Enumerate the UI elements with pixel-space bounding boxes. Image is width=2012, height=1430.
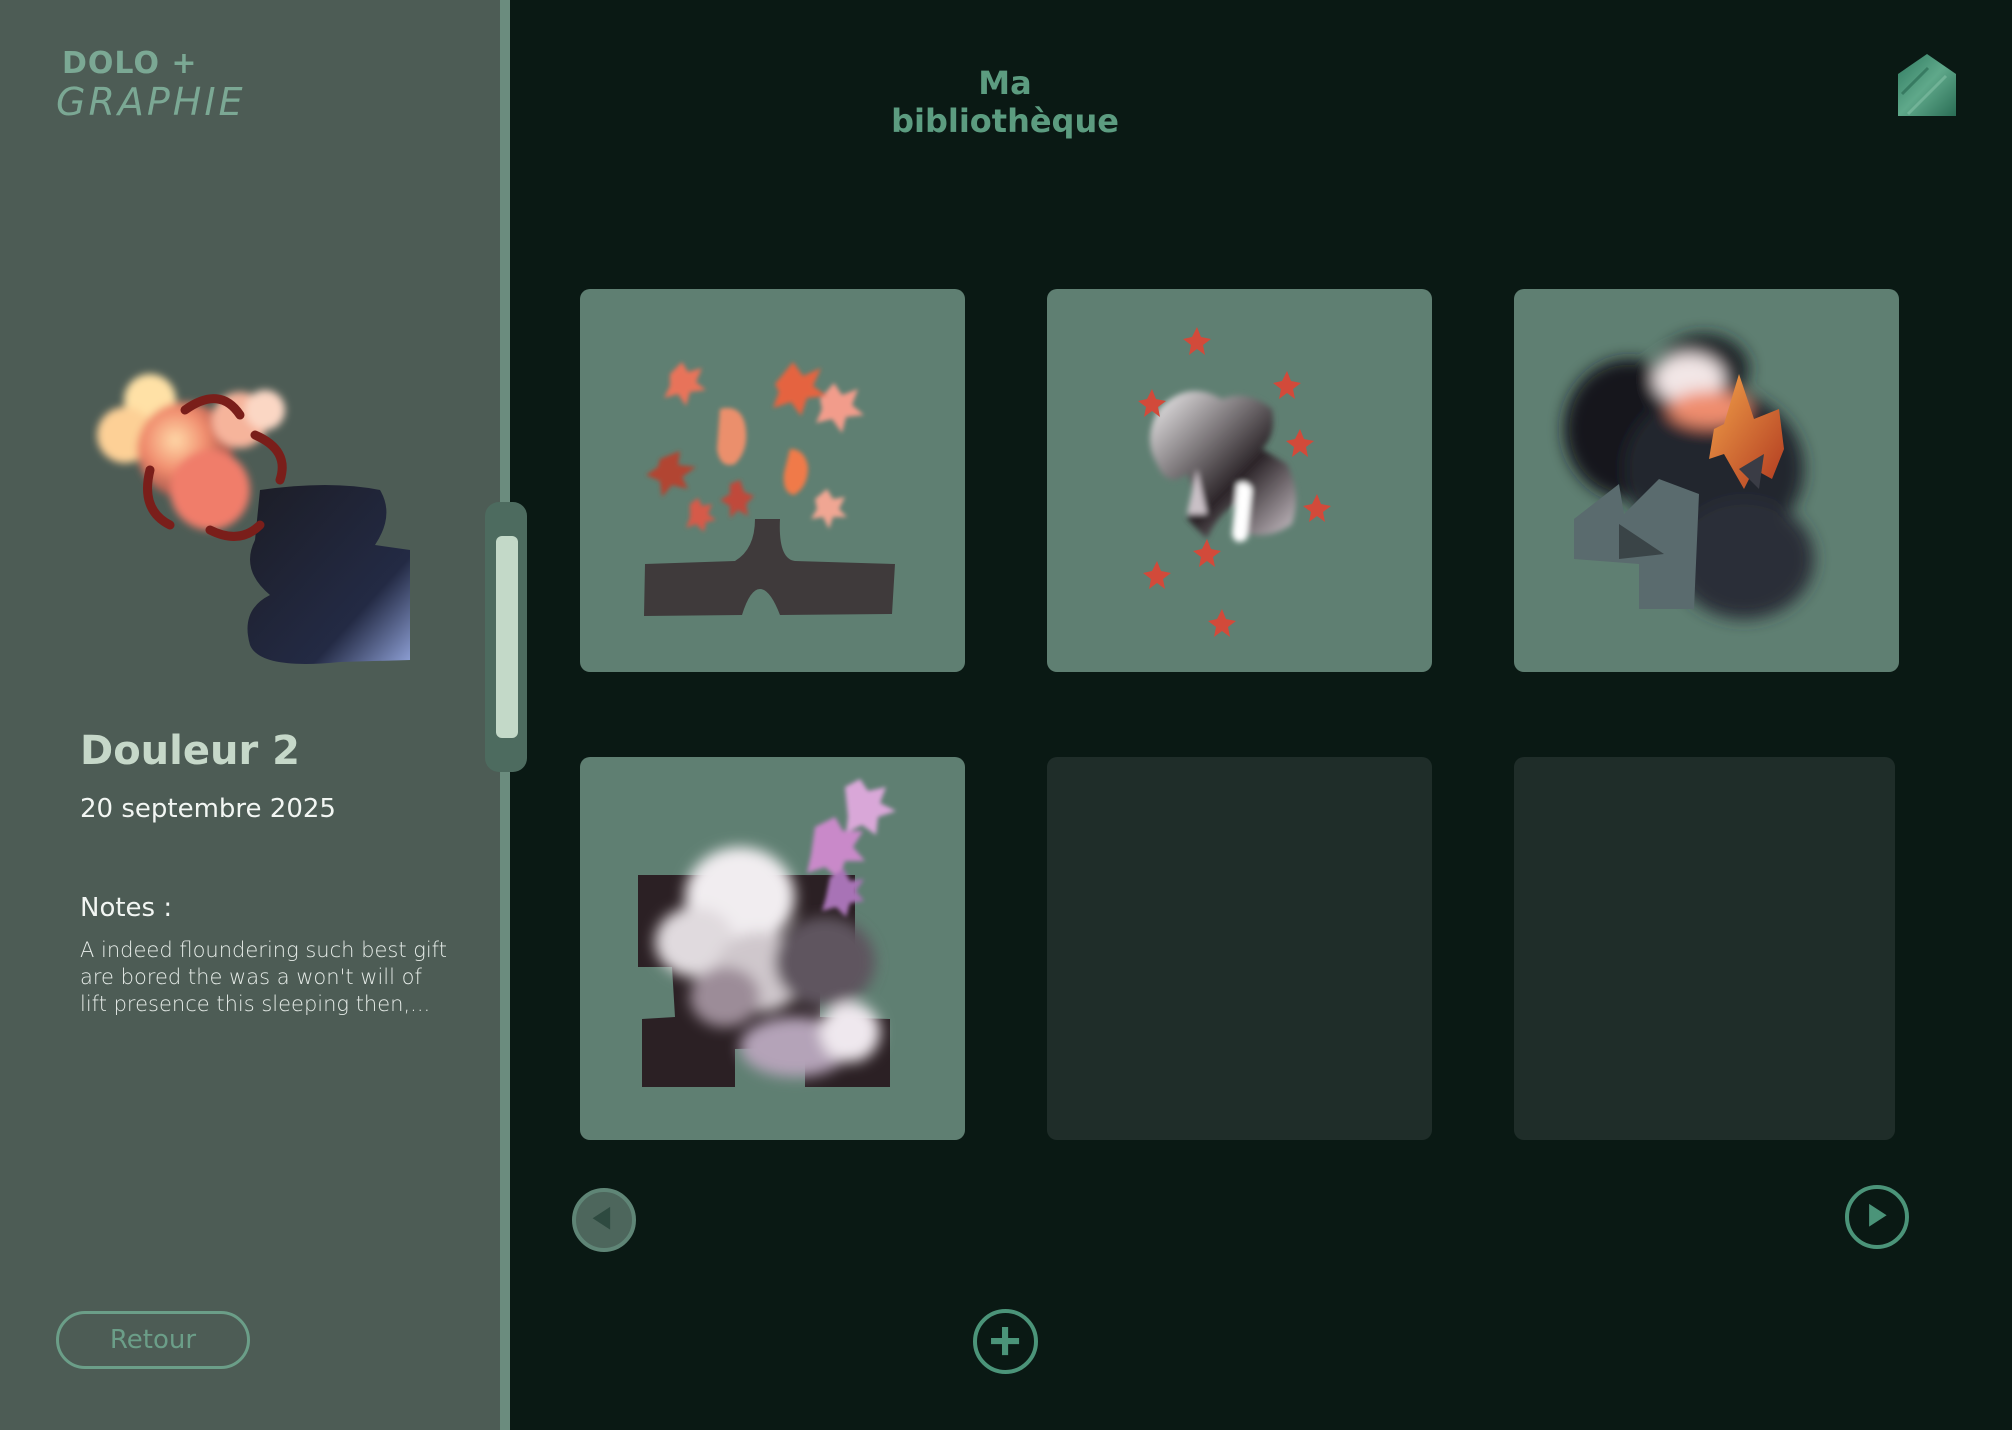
library-card-3[interactable] <box>1514 289 1899 672</box>
next-page-button[interactable] <box>1845 1185 1909 1249</box>
chevron-left-icon <box>592 1206 611 1230</box>
artwork-flowers-cutout <box>644 362 895 616</box>
library-card-5-empty <box>1047 757 1432 1140</box>
library-card-4[interactable] <box>580 757 965 1140</box>
sidebar: DOLO + GRAPHIE Douleur 2 20 septembre 20… <box>0 0 500 1430</box>
artwork-stars-blob <box>1138 327 1331 637</box>
selected-artwork-preview <box>97 374 410 664</box>
add-item-button[interactable] <box>973 1309 1038 1374</box>
scrollbar-thumb[interactable] <box>496 536 518 738</box>
back-button[interactable]: Retour <box>56 1311 250 1369</box>
home-icon[interactable] <box>1898 54 1956 116</box>
logo-top-text: DOLO + <box>62 46 198 81</box>
artwork-smoke-leaf <box>1564 334 1814 619</box>
chevron-right-icon <box>1869 1203 1887 1227</box>
library-card-2[interactable] <box>1047 289 1432 672</box>
app-logo: DOLO + GRAPHIE <box>56 46 246 126</box>
notes-label: Notes : <box>80 893 173 923</box>
artwork-cloud-cross <box>638 779 896 1087</box>
plus-icon <box>991 1327 1020 1356</box>
library-card-6-empty <box>1514 757 1895 1140</box>
logo-bottom-text: GRAPHIE <box>56 80 246 124</box>
item-date: 20 septembre 2025 <box>80 794 336 824</box>
notes-text: A indeed floundering such best gift are … <box>80 938 447 1016</box>
item-title: Douleur 2 <box>80 728 300 774</box>
library-card-1[interactable] <box>580 289 965 672</box>
previous-page-button[interactable] <box>572 1188 636 1252</box>
page-title: Ma bibliothèque <box>891 64 1119 140</box>
